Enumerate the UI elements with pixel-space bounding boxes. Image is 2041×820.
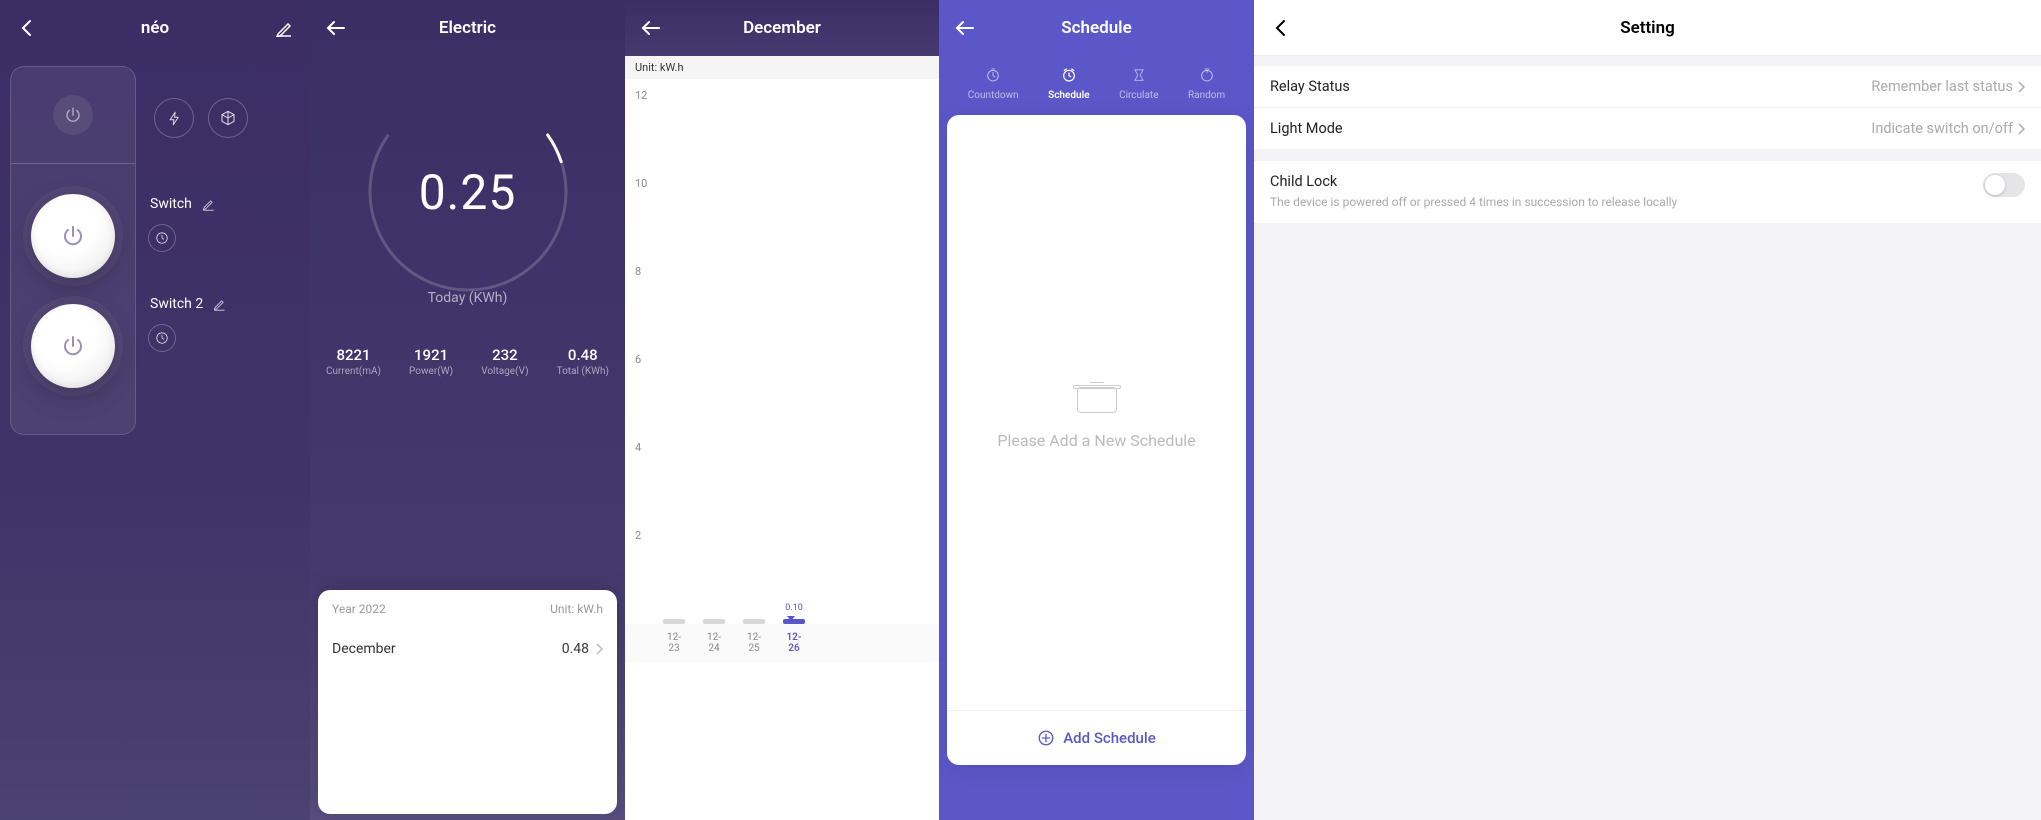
random-icon (1198, 66, 1216, 84)
switch-1-timer-button[interactable] (148, 224, 176, 252)
bar-12-23[interactable] (663, 619, 685, 624)
xtick: 12-24 (703, 632, 725, 654)
ytick: 10 (635, 177, 647, 190)
energy-gauge: 0.25 (360, 84, 576, 300)
ytick: 8 (635, 265, 641, 278)
add-schedule-button[interactable]: Add Schedule (947, 710, 1246, 765)
child-lock-label: Child Lock (1270, 173, 1677, 190)
tab-schedule[interactable]: Schedule (1048, 66, 1089, 101)
ytick: 6 (635, 353, 641, 366)
header: Electric (310, 0, 625, 56)
chevron-right-icon (2017, 123, 2025, 135)
electric-screen: Electric 0.25 Today (KWh) 8221Current(mA… (310, 0, 625, 820)
stat-power: 1921Power(W) (409, 346, 453, 377)
settings-group-1: Relay Status Remember last status Light … (1254, 66, 2041, 149)
device-control-screen: néo (0, 0, 310, 820)
plus-circle-icon (1037, 729, 1055, 747)
stat-voltage: 232Voltage(V) (481, 346, 528, 377)
month-chart-screen: December Unit: kW.h 12 10 8 6 4 2 0.10 1… (625, 0, 939, 820)
edit-icon[interactable] (272, 16, 296, 40)
switch-2-label: Switch 2 (150, 296, 203, 312)
switch-2-timer-button[interactable] (148, 324, 176, 352)
empty-text: Please Add a New Schedule (997, 431, 1195, 450)
tab-circulate[interactable]: Circulate (1119, 66, 1158, 101)
page-title: Setting (1620, 18, 1675, 38)
schedule-card: Please Add a New Schedule Add Schedule (947, 115, 1246, 765)
switch-2-row: Switch 2 (148, 296, 300, 312)
stat-total: 0.48Total (KWh) (557, 346, 609, 377)
switch-2-edit-icon[interactable] (213, 298, 226, 311)
gauge-value: 0.25 (360, 84, 576, 300)
page-title: Electric (439, 18, 496, 38)
chevron-right-icon (595, 643, 603, 655)
back-icon[interactable] (324, 16, 348, 40)
switch-panel (10, 66, 136, 435)
add-schedule-label: Add Schedule (1063, 729, 1156, 747)
ytick: 2 (635, 529, 641, 542)
tab-countdown[interactable]: Countdown (968, 66, 1019, 101)
page-title: December (743, 18, 821, 38)
back-icon[interactable] (14, 16, 38, 40)
light-mode-row[interactable]: Light Mode Indicate switch on/off (1254, 108, 2041, 149)
back-icon[interactable] (1268, 16, 1292, 40)
master-power-button[interactable] (53, 95, 93, 135)
header: December (625, 0, 939, 56)
empty-box-icon (1075, 375, 1119, 413)
page-title: Schedule (1061, 18, 1132, 38)
schedule-screen: Schedule Countdown Schedule Circulate Ra… (939, 0, 1254, 820)
header: Setting (1254, 0, 2041, 56)
chevron-right-icon (2017, 81, 2025, 93)
month-label: December (332, 641, 396, 657)
switch-1-button[interactable] (31, 194, 115, 278)
x-axis: 12-23 12-24 12-25 12-26 (625, 624, 939, 662)
xtick: 12-25 (743, 632, 765, 654)
switch-1-edit-icon[interactable] (202, 198, 215, 211)
light-value: Indicate switch on/off (1871, 120, 2013, 137)
child-lock-row: Child Lock The device is powered off or … (1254, 161, 2041, 223)
switch-1-row: Switch (148, 196, 300, 212)
empty-state: Please Add a New Schedule (947, 115, 1246, 710)
month-row[interactable]: December 0.48 (318, 629, 617, 669)
switch-1-label: Switch (150, 196, 192, 212)
xtick: 12-23 (663, 632, 685, 654)
bar-12-24[interactable] (703, 619, 725, 624)
back-icon[interactable] (639, 16, 663, 40)
xtick: 12-26 (783, 632, 805, 654)
child-lock-toggle[interactable] (1983, 173, 2025, 197)
relay-label: Relay Status (1270, 78, 1350, 95)
countdown-icon (984, 66, 1002, 84)
header: néo (0, 0, 310, 56)
unit-label: Unit: kW.h (625, 56, 939, 79)
bar-12-25[interactable] (743, 619, 765, 624)
bar-chart[interactable]: 12 10 8 6 4 2 0.10 (625, 79, 939, 624)
bar-value-label: 0.10 (785, 603, 803, 613)
relay-value: Remember last status (1871, 78, 2013, 95)
stat-current: 8221Current(mA) (326, 346, 381, 377)
cube-icon[interactable] (208, 98, 248, 138)
mode-tabs: Countdown Schedule Circulate Random (939, 56, 1254, 115)
stats-row: 8221Current(mA) 1921Power(W) 232Voltage(… (310, 306, 625, 377)
electric-icon[interactable] (154, 98, 194, 138)
light-label: Light Mode (1270, 120, 1343, 137)
history-card: Year 2022 Unit: kW.h December 0.48 (318, 590, 617, 814)
month-value: 0.48 (562, 641, 589, 657)
header: Schedule (939, 0, 1254, 56)
circulate-icon (1130, 66, 1148, 84)
ytick: 4 (635, 441, 641, 454)
schedule-icon (1060, 66, 1078, 84)
setting-screen: Setting Relay Status Remember last statu… (1254, 0, 2041, 820)
switch-2-button[interactable] (31, 304, 115, 388)
page-title: néo (141, 18, 169, 38)
selection-indicator-icon (787, 616, 795, 621)
tab-random[interactable]: Random (1188, 66, 1225, 101)
child-lock-description: The device is powered off or pressed 4 t… (1270, 194, 1677, 211)
relay-status-row[interactable]: Relay Status Remember last status (1254, 66, 2041, 108)
back-icon[interactable] (953, 16, 977, 40)
card-year: Year 2022 (332, 602, 386, 616)
card-unit: Unit: kW.h (550, 602, 603, 616)
ytick: 12 (635, 89, 647, 102)
